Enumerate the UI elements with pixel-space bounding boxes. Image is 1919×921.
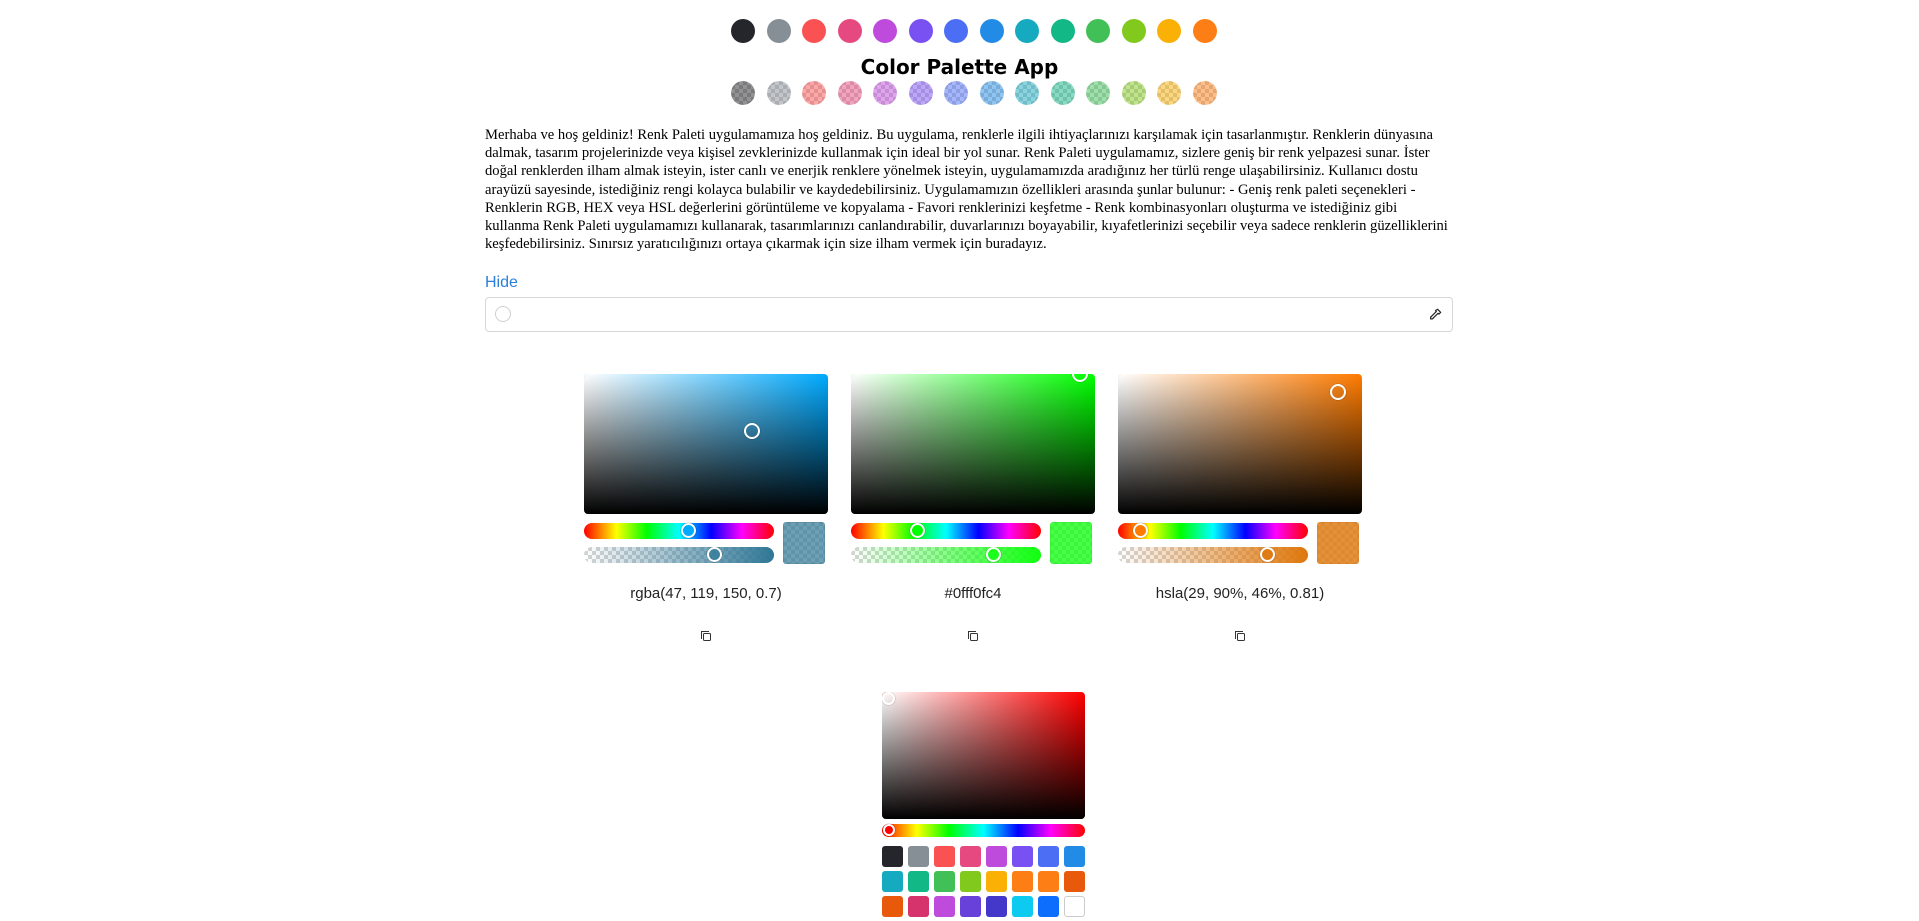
color-swatch-grape[interactable] [873,19,897,43]
swatch-24[interactable] [1064,896,1085,917]
copy-icon[interactable] [967,630,979,642]
color-swatch-dark[interactable] [731,19,755,43]
swatch-12[interactable] [960,871,981,892]
color-swatch-teal[interactable] [1050,19,1075,43]
saturation-area[interactable] [584,374,828,514]
page-title: Color Palette App [860,55,1059,79]
swatch-17[interactable] [882,896,903,917]
color-picker-hex[interactable]: #0fff0fc4 [851,374,1095,644]
alpha-slider-handle[interactable] [706,547,722,562]
color-swatch-orange[interactable] [1192,19,1217,43]
swatch-10[interactable] [908,871,929,892]
color-picker-rgba[interactable]: rgba(47, 119, 150, 0.7) [584,374,828,644]
color-swatch-blue-alpha[interactable] [979,81,1004,105]
swatch-19[interactable] [934,896,955,917]
color-swatch-teal-alpha[interactable] [1050,81,1075,105]
swatch-13[interactable] [986,871,1007,892]
swatch-9[interactable] [882,871,903,892]
swatch-16[interactable] [1064,871,1085,892]
swatch-15[interactable] [1038,871,1059,892]
hue-slider-handle[interactable] [883,824,895,836]
hue-slider[interactable] [1118,523,1308,539]
color-preview [1317,522,1359,564]
swatch-18[interactable] [908,896,929,917]
swatch-3[interactable] [934,846,955,867]
color-swatch-green-alpha[interactable] [1086,81,1110,105]
color-swatch-cyan[interactable] [1015,19,1039,43]
color-swatch-lime-alpha[interactable] [1121,81,1146,105]
swatch-4[interactable] [960,846,981,867]
swatch-21[interactable] [986,896,1007,917]
color-swatch-yellow[interactable] [1157,19,1181,43]
alpha-slider-handle[interactable] [1259,547,1275,562]
swatch-7[interactable] [1038,846,1059,867]
color-input-swatch [495,306,511,322]
hue-slider[interactable] [851,523,1041,539]
saturation-area[interactable] [882,692,1085,819]
alpha-slider-handle[interactable] [985,547,1001,562]
saturation-handle[interactable] [882,692,895,705]
intro-text: Merhaba ve hoş geldiniz! Renk Paleti uyg… [485,127,1448,253]
color-swatch-gray-alpha[interactable] [766,81,791,105]
color-swatch-red[interactable] [802,19,826,43]
hide-intro-link[interactable]: Hide [485,274,518,292]
color-swatch-green[interactable] [1086,19,1110,43]
color-swatch-lime[interactable] [1121,19,1146,43]
color-input[interactable] [485,297,1453,332]
color-swatch-blue[interactable] [979,19,1004,43]
color-picker-hsla[interactable]: hsla(29, 90%, 46%, 0.81) [1118,374,1362,644]
color-swatch-grape-alpha[interactable] [873,81,897,105]
color-swatch-indigo-alpha[interactable] [944,81,968,105]
hue-slider-handle[interactable] [680,523,696,538]
color-swatch-orange-alpha[interactable] [1192,81,1217,105]
color-swatch-cyan-alpha[interactable] [1015,81,1039,105]
swatch-5[interactable] [986,846,1007,867]
alpha-slider[interactable] [584,547,774,563]
swatch-6[interactable] [1012,846,1033,867]
hue-slider[interactable] [584,523,774,539]
copy-icon[interactable] [700,630,712,642]
swatch-23[interactable] [1038,896,1059,917]
hue-slider-handle[interactable] [1133,523,1149,538]
eyedropper-icon[interactable] [1428,308,1442,322]
color-swatch-pink-alpha[interactable] [837,81,862,105]
color-swatch-dark-alpha[interactable] [731,81,755,105]
swatch-14[interactable] [1012,871,1033,892]
color-swatch-indigo[interactable] [944,19,968,43]
color-text-field[interactable] [520,302,1404,329]
copy-icon[interactable] [1234,630,1246,642]
color-value-text: hsla(29, 90%, 46%, 0.81) [1155,585,1325,602]
color-swatch-pink[interactable] [837,19,862,43]
hue-slider-handle[interactable] [910,523,925,538]
swatch-2[interactable] [908,846,929,867]
color-swatch-violet-alpha[interactable] [908,81,933,105]
color-preview [783,522,825,564]
color-swatch-yellow-alpha[interactable] [1157,81,1181,105]
alpha-slider[interactable] [851,547,1041,563]
alpha-slider[interactable] [1118,547,1308,563]
color-swatch-red-alpha[interactable] [802,81,826,105]
color-swatch-gray[interactable] [766,19,791,43]
saturation-area[interactable] [851,374,1095,514]
swatch-20[interactable] [960,896,981,917]
color-value-text: rgba(47, 119, 150, 0.7) [630,585,782,602]
hue-slider[interactable] [882,824,1085,837]
swatch-8[interactable] [1064,846,1085,867]
swatch-11[interactable] [934,871,955,892]
color-swatch-violet[interactable] [908,19,933,43]
swatch-22[interactable] [1012,896,1033,917]
color-value-text: #0fff0fc4 [944,585,1002,602]
saturation-handle[interactable] [1329,384,1346,401]
color-preview [1050,522,1092,564]
swatch-1[interactable] [882,846,903,867]
saturation-area[interactable] [1118,374,1362,514]
